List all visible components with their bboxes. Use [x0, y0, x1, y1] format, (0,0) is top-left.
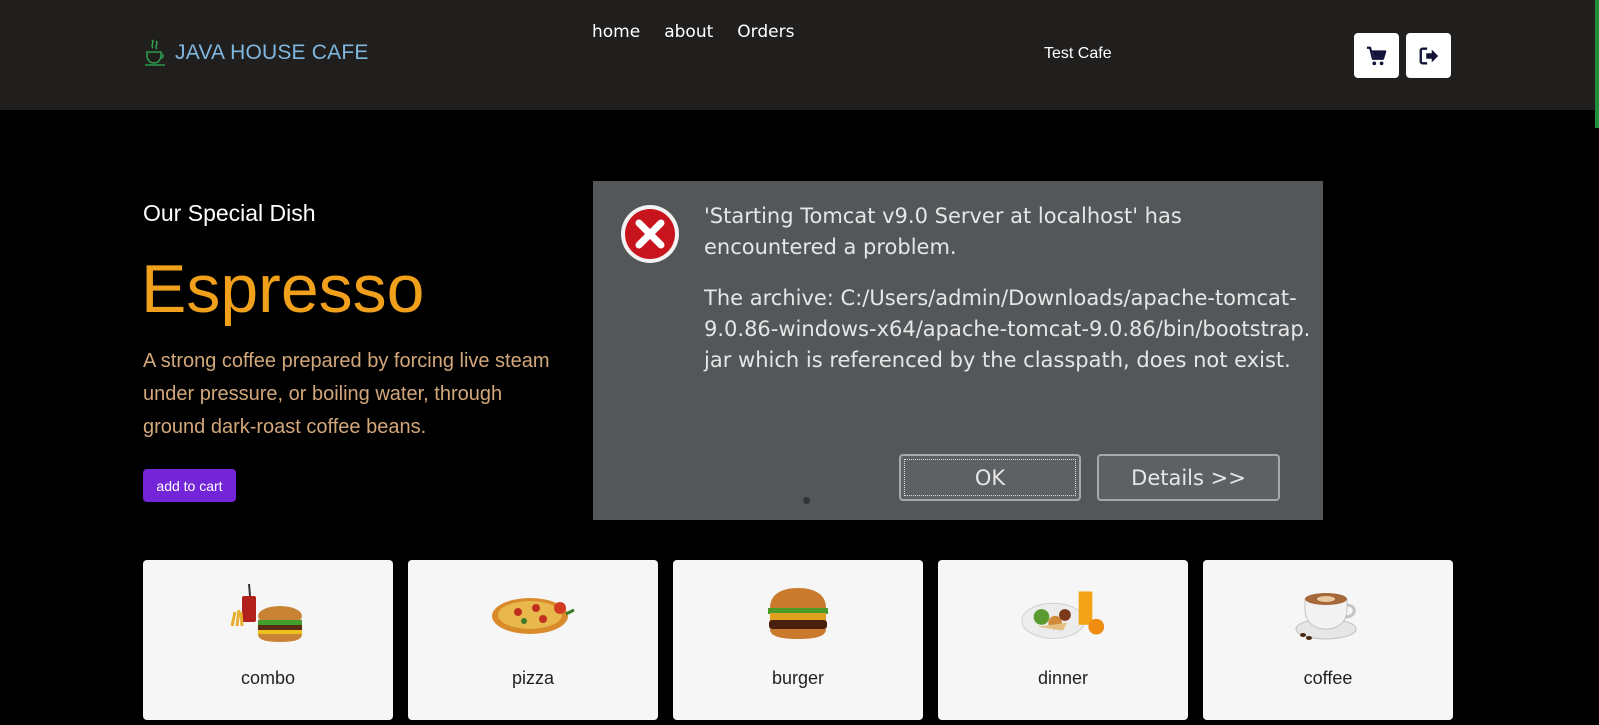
- logout-icon: [1419, 46, 1438, 65]
- brand-name: JAVA HOUSE CAFE: [175, 41, 369, 64]
- nav-orders[interactable]: Orders: [737, 22, 794, 42]
- nav-about[interactable]: about: [664, 22, 713, 42]
- burger-icon: [753, 582, 843, 644]
- brand-logo[interactable]: JAVA HOUSE CAFE: [143, 38, 369, 68]
- dialog-error-summary: 'Starting Tomcat v9.0 Server at localhos…: [704, 204, 1182, 259]
- coffee-cup-icon: [1283, 582, 1373, 644]
- error-icon: [621, 205, 679, 263]
- combo-meal-icon: [223, 582, 313, 644]
- java-cup-icon: [145, 39, 165, 66]
- top-navbar: JAVA HOUSE CAFE home about Orders Test C…: [0, 0, 1599, 110]
- category-label-combo: combo: [240, 668, 296, 688]
- dinner-plate-icon: [1018, 582, 1108, 644]
- nav-home[interactable]: home: [592, 22, 640, 42]
- hero-subtitle: Our Special Dish: [143, 200, 316, 226]
- details-button[interactable]: Details >>: [1097, 454, 1280, 501]
- category-label-coffee: coffee: [1303, 668, 1353, 688]
- pizza-icon: [488, 582, 578, 644]
- dialog-error-detail: The archive: C:/Users/admin/Downloads/ap…: [704, 286, 1311, 372]
- category-label-pizza: pizza: [511, 668, 555, 688]
- category-card-coffee[interactable]: coffee: [1203, 560, 1453, 720]
- username-label: Test Cafe: [1044, 45, 1112, 62]
- ok-button[interactable]: OK: [899, 454, 1081, 501]
- category-card-combo[interactable]: combo: [143, 560, 393, 720]
- error-dialog: 'Starting Tomcat v9.0 Server at localhos…: [593, 181, 1323, 520]
- add-to-cart-button[interactable]: add to cart: [143, 469, 236, 502]
- carousel-dot[interactable]: [803, 497, 810, 504]
- dialog-message: 'Starting Tomcat v9.0 Server at localhos…: [704, 201, 1314, 396]
- scrollbar-indicator[interactable]: [1595, 0, 1599, 128]
- logout-button[interactable]: [1406, 33, 1451, 78]
- cart-button[interactable]: [1354, 33, 1399, 78]
- hero-title: Espresso: [141, 251, 425, 327]
- main-nav: home about Orders: [592, 22, 794, 42]
- hero-description: A strong coffee prepared by forcing live…: [143, 350, 550, 438]
- category-card-pizza[interactable]: pizza: [408, 560, 658, 720]
- category-label-burger: burger: [771, 668, 825, 688]
- category-list: combo pizza burger dinner coffee: [143, 560, 1453, 720]
- category-label-dinner: dinner: [1037, 668, 1089, 688]
- cart-icon: [1366, 46, 1386, 65]
- category-card-dinner[interactable]: dinner: [938, 560, 1188, 720]
- category-card-burger[interactable]: burger: [673, 560, 923, 720]
